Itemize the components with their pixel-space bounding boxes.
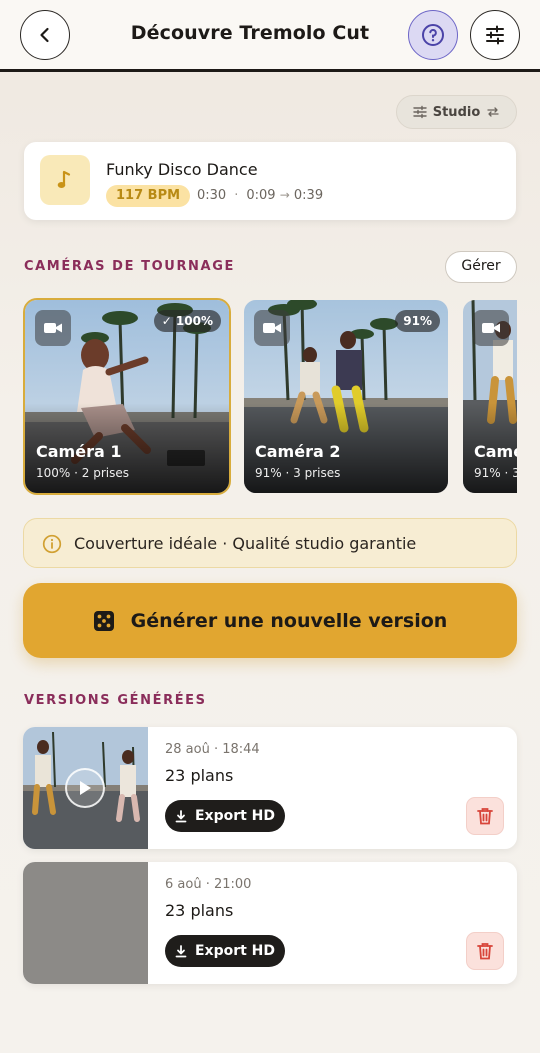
track-duration: 0:30	[197, 188, 227, 203]
camera-card[interactable]: ✓ 100% Caméra 1 100% · 2 prises	[23, 298, 231, 495]
camera-name: Caméra 2	[255, 442, 341, 461]
camera-details: 91% · 3 prises	[474, 466, 517, 480]
video-camera-badge	[254, 310, 290, 346]
bpm-badge: 117 BPM	[106, 185, 191, 207]
back-button[interactable]	[20, 10, 70, 60]
sliders-icon	[413, 105, 427, 119]
track-title: Funky Disco Dance	[106, 160, 258, 179]
export-hd-button[interactable]: Export HD	[165, 800, 285, 832]
version-card[interactable]: 6 aoû · 21:00 23 plans Export HD	[23, 862, 517, 984]
camera-name: Caméra 1	[36, 442, 122, 461]
coverage-info-banner: Couverture idéale · Qualité studio garan…	[23, 518, 517, 568]
studio-label: Studio	[432, 104, 481, 120]
trash-icon	[477, 943, 493, 960]
trash-icon	[477, 808, 493, 825]
sliders-icon	[486, 25, 504, 45]
track-start: 0:09	[246, 188, 276, 203]
track-timing: 0:30 · 0:09 → 0:39	[197, 188, 323, 203]
track-end: 0:39	[293, 188, 324, 203]
generate-label: Générer une nouvelle version	[130, 609, 448, 632]
export-hd-button[interactable]: Export HD	[165, 935, 285, 967]
versions-section-title: VERSIONS GÉNÉRÉES	[24, 693, 207, 708]
info-icon	[42, 534, 62, 554]
version-thumbnail-placeholder[interactable]	[23, 862, 148, 984]
camera-details: 91% · 3 prises	[255, 466, 341, 480]
cameras-section-title: CAMÉRAS DE TOURNAGE	[24, 259, 235, 274]
question-circle-icon	[422, 24, 444, 46]
video-camera-icon	[263, 323, 281, 333]
video-camera-badge	[473, 310, 509, 346]
music-note-icon	[57, 170, 71, 188]
music-tile	[40, 155, 90, 205]
download-icon	[175, 809, 187, 822]
filters-button[interactable]	[470, 10, 520, 60]
version-date: 6 aoû · 21:00	[165, 877, 252, 892]
camera-details: 100% · 2 prises	[36, 466, 129, 480]
dice-icon	[93, 610, 114, 631]
chevron-left-icon	[40, 27, 49, 43]
play-icon	[80, 781, 91, 795]
export-label: Export HD	[194, 808, 276, 824]
version-date: 28 aoû · 18:44	[165, 742, 260, 757]
generate-version-button[interactable]: Générer une nouvelle version	[23, 583, 517, 658]
delete-version-button[interactable]	[466, 932, 504, 970]
coverage-badge: ✓ 100%	[153, 310, 221, 332]
cameras-carousel[interactable]: ✓ 100% Caméra 1 100% · 2 prises 91% Camé…	[0, 298, 517, 496]
camera-card[interactable]: 91% Caméra 2 91% · 3 prises	[242, 298, 450, 495]
coverage-badge: 91%	[395, 310, 440, 332]
play-button[interactable]	[65, 768, 105, 808]
top-bar: Découvre Tremolo Cut	[0, 0, 540, 72]
export-label: Export HD	[194, 943, 276, 959]
help-button[interactable]	[408, 10, 458, 60]
studio-mode-toggle[interactable]: Studio	[396, 95, 517, 129]
swap-arrows-icon	[487, 107, 499, 117]
version-plans: 23 plans	[165, 901, 234, 920]
version-plans: 23 plans	[165, 766, 234, 785]
download-icon	[175, 944, 187, 957]
video-camera-icon	[482, 323, 500, 333]
version-card[interactable]: 28 aoû · 18:44 23 plans Export HD	[23, 727, 517, 849]
dot-separator: ·	[234, 188, 239, 203]
camera-name: Caméra 3	[474, 442, 517, 461]
delete-version-button[interactable]	[466, 797, 504, 835]
camera-card[interactable]: Caméra 3 91% · 3 prises	[461, 298, 517, 495]
video-camera-badge	[35, 310, 71, 346]
track-card[interactable]: Funky Disco Dance 117 BPM 0:30 · 0:09 → 0:…	[24, 142, 516, 220]
page-title: Découvre Tremolo Cut	[130, 22, 370, 44]
range-arrow: →	[279, 188, 290, 202]
coverage-info-text: Couverture idéale · Qualité studio garan…	[74, 534, 417, 553]
manage-cameras-button[interactable]: Gérer	[445, 251, 517, 283]
video-camera-icon	[44, 323, 62, 333]
